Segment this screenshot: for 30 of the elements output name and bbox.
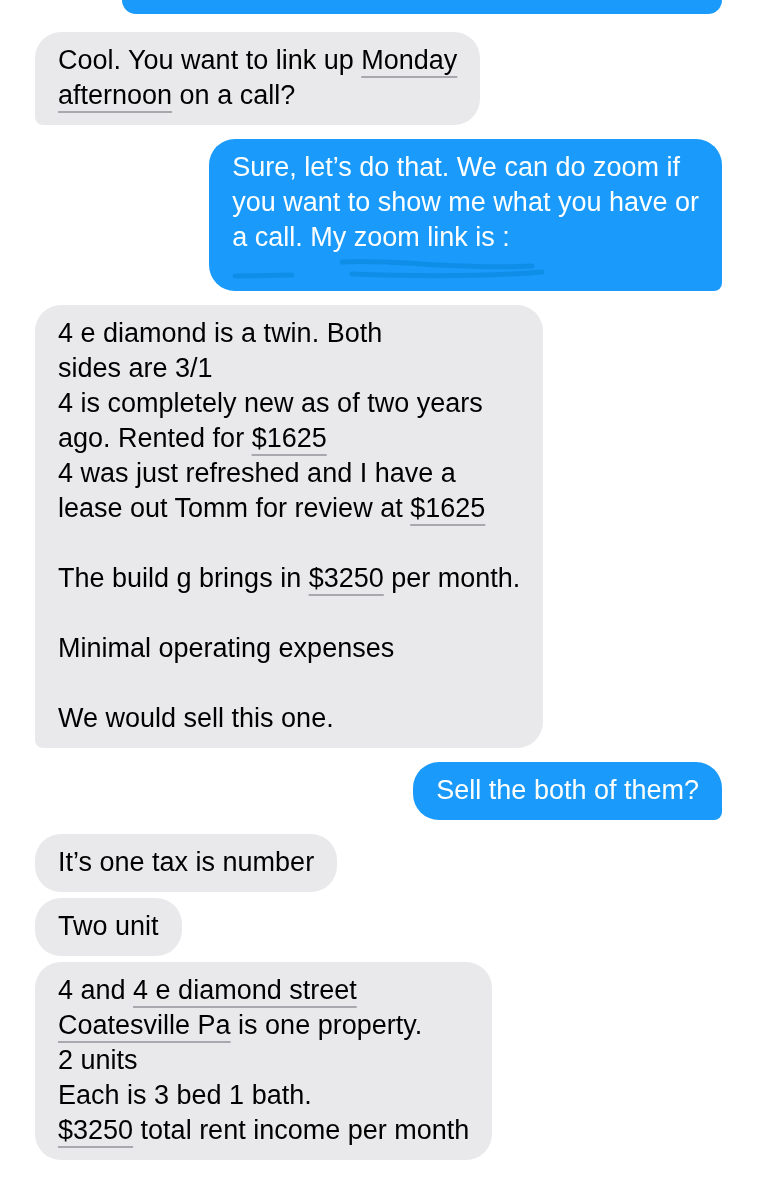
detected-link[interactable]: 4 e diamond street bbox=[133, 975, 357, 1005]
detected-link[interactable]: $1625 bbox=[410, 493, 486, 523]
message-line: Cool. You want to link up Monday bbox=[58, 44, 458, 77]
message-line: you want to show me what you have or bbox=[232, 186, 699, 219]
message-line: Sell the both of them? bbox=[436, 774, 699, 807]
message-line: Minimal operating expenses bbox=[58, 632, 396, 665]
message-line: 4 and 4 e diamond street bbox=[58, 974, 358, 1007]
message-line: 2 units bbox=[58, 1044, 139, 1077]
message-line: We would sell this one. bbox=[58, 702, 335, 735]
message-line: 4 was just refreshed and I have a bbox=[58, 457, 457, 490]
message-line: 4 e diamond is a twin. Both bbox=[58, 317, 384, 350]
message-line: afternoon on a call? bbox=[58, 79, 297, 112]
detected-link[interactable]: $1625 bbox=[251, 423, 327, 453]
message-line: lease out Tomm for review at $1625 bbox=[58, 492, 487, 525]
message-line: Two unit bbox=[58, 910, 159, 943]
detected-link[interactable]: afternoon bbox=[58, 80, 173, 110]
message-line: Coatesville Pa is one property. bbox=[58, 1009, 424, 1042]
detected-link[interactable]: $3250 bbox=[308, 563, 384, 593]
message-line: Sure, let’s do that. We can do zoom if bbox=[232, 151, 681, 184]
message-line: sides are 3/1 bbox=[58, 352, 214, 385]
message-line: a call. My zoom link is : bbox=[232, 221, 511, 254]
message-line: $3250 total rent income per month bbox=[58, 1114, 470, 1147]
detected-link[interactable]: Monday bbox=[361, 45, 458, 75]
detected-link[interactable]: $3250 bbox=[58, 1115, 134, 1145]
message-line: ago. Rented for $1625 bbox=[58, 422, 328, 455]
detected-link[interactable]: Coatesville Pa bbox=[58, 1010, 231, 1040]
message-line: The build g brings in $3250 per month. bbox=[58, 562, 521, 595]
message-line: It’s one tax is number bbox=[58, 846, 315, 879]
message-line: 4 is completely new as of two years bbox=[58, 387, 484, 420]
message-line: Each is 3 bed 1 bath. bbox=[58, 1079, 313, 1112]
